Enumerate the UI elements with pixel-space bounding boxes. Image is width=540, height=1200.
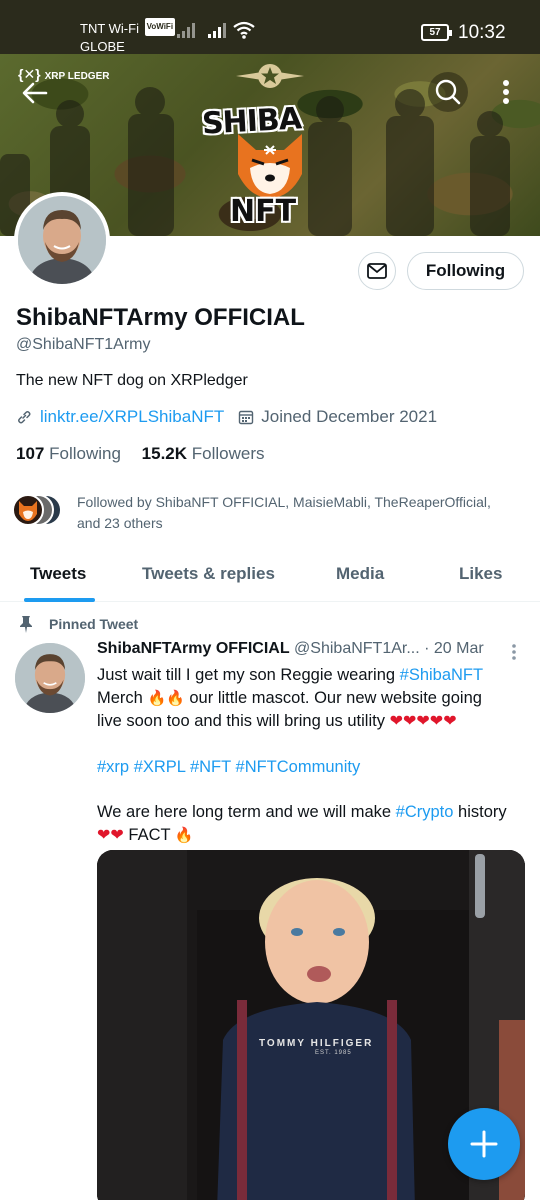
tweet-line: Merch 🔥🔥 our little mascot. Our new webs… (97, 687, 527, 711)
more-vertical-icon[interactable] (490, 72, 522, 112)
followers-label: Followers (191, 444, 265, 463)
followed-by-line2: and 23 others (77, 515, 163, 531)
followed-by-line1: Followed by ShibaNFT OFFICIAL, MaisieMab… (77, 494, 491, 510)
hashtag-link[interactable]: #XRPL (134, 758, 186, 776)
tab-likes[interactable]: Likes (459, 564, 502, 584)
followed-by-text: Followed by ShibaNFT OFFICIAL, MaisieMab… (77, 492, 527, 534)
hashtag-link[interactable]: #NFTCommunity (236, 758, 361, 776)
tweet-line: live soon too and this will bring us uti… (97, 710, 527, 734)
profile-handle: @ShibaNFT1Army (16, 336, 151, 353)
compose-tweet-button[interactable] (448, 1108, 520, 1180)
tweet-text-segment: We are here long term and we will make (97, 803, 396, 821)
banner-title-bottom: NFT (230, 194, 297, 229)
tweet-line: Just wait till I get my son Reggie weari… (97, 664, 527, 687)
link-icon (18, 411, 31, 424)
tweet-author-avatar[interactable] (15, 643, 85, 713)
pin-icon (20, 616, 32, 633)
status-bar: TNT Wi-Fi VoWiFi GLOBE 57 10:32 (0, 0, 540, 54)
carrier-info: TNT Wi-Fi VoWiFi GLOBE (80, 18, 176, 56)
follower-avatar (12, 494, 44, 526)
avatar-photo (15, 643, 85, 713)
wifi-icon (233, 21, 255, 39)
status-time: 10:32 (458, 22, 506, 43)
pinned-label-text: Pinned Tweet (49, 616, 139, 632)
tab-media[interactable]: Media (336, 564, 384, 584)
tab-tweets-replies[interactable]: Tweets & replies (142, 564, 275, 584)
hashtag-link[interactable]: #NFT (190, 758, 231, 776)
hashtag-link[interactable]: #Crypto (396, 803, 454, 821)
search-button[interactable] (428, 72, 468, 112)
envelope-icon (367, 263, 387, 279)
xrp-logo-text: XRP LEDGER (44, 71, 110, 82)
tweet-author-name[interactable]: ShibaNFTArmy OFFICIAL (97, 640, 290, 657)
hashtag-link[interactable]: #xrp (97, 758, 129, 776)
following-count: 107 (16, 444, 45, 463)
star-wings-emblem (236, 64, 304, 88)
signal-icon (208, 22, 226, 38)
tweet-line: We are here long term and we will make #… (97, 801, 527, 824)
tweet-more-icon[interactable] (506, 642, 522, 662)
shiba-dog-logo (238, 134, 302, 198)
shirt-subtext: EST. 1985 (315, 1050, 352, 1056)
fire-emoji-icon: 🔥 (174, 826, 194, 844)
carrier-name: TNT Wi-Fi (80, 21, 139, 36)
followers-count: 15.2K (141, 444, 188, 463)
message-button[interactable] (358, 252, 396, 290)
tweet-text-segment: live soon too and this will bring us uti… (97, 712, 390, 730)
profile-tabs: Tweets Tweets & replies Media Likes (0, 552, 540, 602)
tweet-text-segment: FACT (123, 825, 175, 844)
tweet-text-segment: Merch (97, 688, 148, 707)
fire-emoji-icon: 🔥🔥 (147, 689, 185, 707)
following-button[interactable]: Following (407, 252, 524, 290)
tweet-date[interactable]: · 20 Mar (424, 640, 484, 657)
following-label: Following (49, 444, 121, 463)
carrier-network: GLOBE (80, 39, 125, 54)
tweet-text-segment: history (453, 803, 507, 821)
tweet-line: ❤❤ FACT 🔥 (97, 824, 527, 848)
hashtag-link[interactable]: #ShibaNFT (400, 666, 483, 684)
tweet-text: Just wait till I get my son Reggie weari… (97, 664, 527, 847)
active-tab-indicator (24, 598, 95, 602)
following-stat[interactable]: 107 Following (16, 444, 121, 463)
tweet-text-segment: Just wait till I get my son Reggie weari… (97, 666, 400, 684)
profile-meta: linktr.ee/XRPLShibaNFT Joined December 2… (16, 407, 437, 427)
vowifi-badge: VoWiFi (144, 18, 176, 36)
tweet-author-handle[interactable]: @ShibaNFT1Ar... (294, 640, 420, 657)
shirt-brand-text: TOMMY HILFIGER (259, 1038, 374, 1049)
profile-bio: The new NFT dog on XRPledger (16, 372, 248, 389)
calendar-icon (239, 410, 254, 425)
back-arrow-icon[interactable] (18, 76, 52, 110)
profile-avatar[interactable] (14, 192, 110, 288)
signal-icon (177, 22, 195, 38)
tab-tweets[interactable]: Tweets (30, 564, 86, 584)
pinned-tweet-label: Pinned Tweet (18, 615, 138, 633)
avatar-photo (18, 196, 106, 284)
battery-indicator: 57 (421, 24, 452, 41)
joined-date: Joined December 2021 (261, 407, 438, 426)
follow-stats: 107 Following 15.2K Followers (16, 444, 265, 464)
search-icon (435, 79, 461, 105)
tweet-text-segment: our little mascot. Our new website going (184, 688, 482, 707)
profile-link[interactable]: linktr.ee/XRPLShibaNFT (40, 407, 224, 427)
followers-stat[interactable]: 15.2K Followers (142, 444, 265, 463)
shiba-avatar-icon (19, 501, 37, 521)
display-name: ShibaNFTArmy OFFICIAL (16, 304, 305, 331)
heart-emoji-icon: ❤❤ (97, 826, 124, 844)
heart-emoji-icon: ❤❤❤❤❤ (389, 713, 457, 730)
followed-by-avatars (12, 494, 74, 526)
tweet-hashtags: #xrp #XRPL #NFT #NFTCommunity (97, 756, 527, 779)
plus-icon (470, 1130, 498, 1158)
tweet-header: ShibaNFTArmy OFFICIAL @ShibaNFT1Ar... · … (97, 640, 484, 658)
